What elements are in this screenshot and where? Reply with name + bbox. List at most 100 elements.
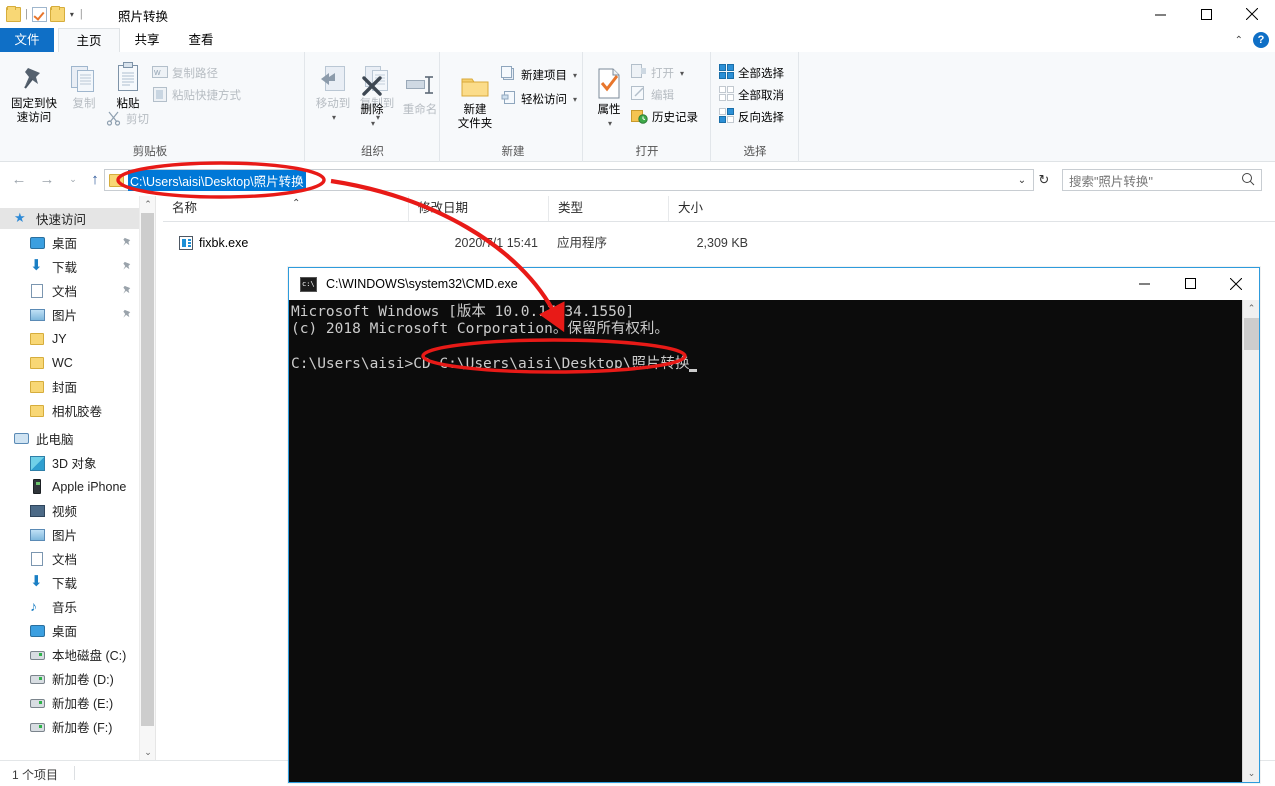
chevron-down-icon[interactable]: ▾ — [680, 69, 684, 78]
chevron-down-icon[interactable]: ▾ — [573, 71, 577, 80]
folder-icon[interactable] — [6, 5, 21, 22]
chevron-down-icon[interactable]: ▾ — [313, 111, 355, 125]
column-header-size[interactable]: 大小 — [668, 196, 753, 221]
recent-locations-icon[interactable]: ⌄ — [62, 168, 84, 190]
easy-access-button[interactable]: 轻松访问 ▾ — [501, 88, 577, 110]
sidebar-item-wc[interactable]: WC — [0, 352, 150, 373]
sidebar-item-3d-objects[interactable]: 3D 对象 — [0, 452, 150, 473]
sidebar-item-apple-iphone[interactable]: Apple iPhone — [0, 476, 150, 497]
sidebar-item-desktop-pc[interactable]: 桌面 — [0, 620, 150, 641]
pin-icon[interactable] — [122, 236, 134, 248]
table-row[interactable]: fixbk.exe 2020/7/1 15:41 应用程序 2,309 KB — [163, 232, 1275, 254]
chevron-down-icon[interactable]: ▾ — [591, 117, 629, 131]
sidebar-item-desktop[interactable]: 桌面 — [0, 232, 150, 253]
sidebar-item-jy[interactable]: JY — [0, 328, 150, 349]
qat-divider-2: | — [79, 8, 83, 20]
column-header-name[interactable]: 名称 — [163, 196, 408, 221]
history-button[interactable]: 历史记录 — [631, 106, 698, 128]
open-icon — [631, 64, 647, 82]
chevron-down-icon[interactable]: ⌄ — [1011, 170, 1033, 190]
cmd-window[interactable]: C:\WINDOWS\system32\CMD.exe Microsoft Wi… — [288, 267, 1260, 783]
new-folder-button[interactable]: 新建 文件夹 — [449, 64, 501, 131]
maximize-icon[interactable] — [1167, 268, 1213, 299]
sidebar-item-quick-access[interactable]: ★ 快速访问 — [0, 208, 150, 229]
sidebar-item-downloads[interactable]: ⬇ 下载 — [0, 256, 150, 277]
scrollbar-thumb[interactable] — [141, 213, 154, 726]
edit-button[interactable]: 编辑 — [631, 84, 674, 106]
maximize-icon[interactable] — [1183, 0, 1229, 28]
pin-icon[interactable] — [122, 284, 134, 296]
forward-arrow-icon[interactable]: → — [36, 168, 58, 190]
scroll-up-icon[interactable]: ⌃ — [1243, 300, 1260, 317]
delete-button[interactable]: 删除 ▾ — [350, 64, 394, 131]
pin-icon[interactable] — [122, 308, 134, 320]
new-folder-icon[interactable] — [49, 5, 65, 22]
chevron-down-icon[interactable]: ▾ — [352, 117, 394, 131]
sidebar-item-drive-e[interactable]: 新加卷 (E:) — [0, 692, 150, 713]
file-name-cell[interactable]: fixbk.exe — [179, 232, 248, 254]
properties-button[interactable]: 属性 ▾ — [589, 64, 629, 131]
nav-pane-scrollbar[interactable]: ⌃ ⌄ — [139, 196, 155, 760]
copy-path-button[interactable]: W 复制路径 — [152, 62, 218, 84]
paste-shortcut-button[interactable]: 粘贴快捷方式 — [152, 84, 241, 106]
search-input[interactable]: 搜索"照片转换" — [1062, 169, 1262, 191]
sidebar-item-drive-f[interactable]: 新加卷 (F:) — [0, 716, 150, 737]
tab-home[interactable]: 主页 — [58, 28, 120, 52]
cmd-scrollbar[interactable]: ⌃ ⌄ — [1242, 300, 1259, 782]
sidebar-item-local-disk-c[interactable]: 本地磁盘 (C:) — [0, 644, 150, 665]
chevron-down-icon[interactable]: ▾ — [573, 95, 577, 104]
status-divider — [74, 766, 75, 780]
tab-share[interactable]: 共享 — [120, 28, 174, 52]
rename-button[interactable]: 重命名 — [394, 64, 446, 117]
back-arrow-icon[interactable]: ← — [8, 168, 30, 190]
tab-view[interactable]: 查看 — [174, 28, 228, 52]
up-arrow-icon[interactable]: ↑ — [84, 168, 106, 190]
select-all-button[interactable]: 全部选择 — [719, 62, 784, 84]
sidebar-item-documents[interactable]: 文档 — [0, 280, 150, 301]
sidebar-item-videos[interactable]: 视频 — [0, 500, 150, 521]
navigation-pane[interactable]: ★ 快速访问 桌面 ⬇ 下载 文档 图片 JY WC 封面 相机胶卷 此电脑 3… — [0, 196, 150, 760]
paste-icon — [106, 58, 150, 94]
new-item-button[interactable]: 新建项目 ▾ — [501, 64, 577, 86]
paste-button[interactable]: 粘贴 — [106, 58, 150, 111]
sidebar-item-pictures[interactable]: 图片 — [0, 304, 150, 325]
sidebar-item-cover[interactable]: 封面 — [0, 376, 150, 397]
sidebar-item-this-pc[interactable]: 此电脑 — [0, 428, 150, 449]
move-to-button[interactable]: 移动到 ▾ — [311, 58, 355, 125]
invert-selection-button[interactable]: 反向选择 — [719, 106, 784, 128]
sidebar-label: 桌面 — [52, 237, 78, 251]
sidebar-item-pictures-pc[interactable]: 图片 — [0, 524, 150, 545]
cut-button[interactable]: 剪切 — [106, 108, 149, 130]
minimize-icon[interactable] — [1137, 0, 1183, 28]
close-icon[interactable] — [1229, 0, 1275, 28]
column-header-modified[interactable]: 修改日期 — [408, 196, 548, 221]
scroll-down-icon[interactable]: ⌄ — [140, 744, 156, 760]
tab-file[interactable]: 文件 — [0, 28, 54, 52]
cmd-console-output[interactable]: Microsoft Windows [版本 10.0.17134.1550] (… — [289, 300, 1259, 782]
sidebar-item-camera-roll[interactable]: 相机胶卷 — [0, 400, 150, 421]
address-input[interactable]: C:\Users\aisi\Desktop\照片转换 ⌄ — [104, 169, 1034, 191]
chevron-down-icon[interactable]: ▾ — [68, 10, 76, 19]
minimize-icon[interactable] — [1121, 268, 1167, 299]
select-none-button[interactable]: 全部取消 — [719, 84, 784, 106]
column-header-type[interactable]: 类型 — [548, 196, 668, 221]
sidebar-item-music[interactable]: ♪ 音乐 — [0, 596, 150, 617]
sidebar-item-drive-d[interactable]: 新加卷 (D:) — [0, 668, 150, 689]
pin-to-quick-access-button[interactable]: 固定到快 速访问 — [6, 58, 62, 125]
scrollbar-thumb[interactable] — [1244, 318, 1259, 350]
properties-icon[interactable] — [31, 6, 47, 22]
cmd-title-text: C:\WINDOWS\system32\CMD.exe — [326, 277, 518, 291]
help-icon[interactable]: ? — [1253, 32, 1269, 48]
sidebar-item-downloads-pc[interactable]: ⬇ 下载 — [0, 572, 150, 593]
scroll-up-icon[interactable]: ⌃ — [140, 196, 156, 212]
sidebar-item-documents-pc[interactable]: 文档 — [0, 548, 150, 569]
copy-button[interactable]: 复制 — [62, 58, 106, 111]
pin-icon[interactable] — [122, 260, 134, 272]
scroll-down-icon[interactable]: ⌄ — [1243, 765, 1260, 782]
open-button[interactable]: 打开 ▾ — [631, 62, 684, 84]
refresh-icon[interactable]: ↻ — [1033, 170, 1055, 190]
close-icon[interactable] — [1213, 268, 1259, 299]
collapse-ribbon-icon[interactable]: ⌃ — [1235, 35, 1243, 46]
delete-label: 删除 — [360, 104, 384, 116]
cmd-title-bar[interactable]: C:\WINDOWS\system32\CMD.exe — [289, 268, 1259, 300]
